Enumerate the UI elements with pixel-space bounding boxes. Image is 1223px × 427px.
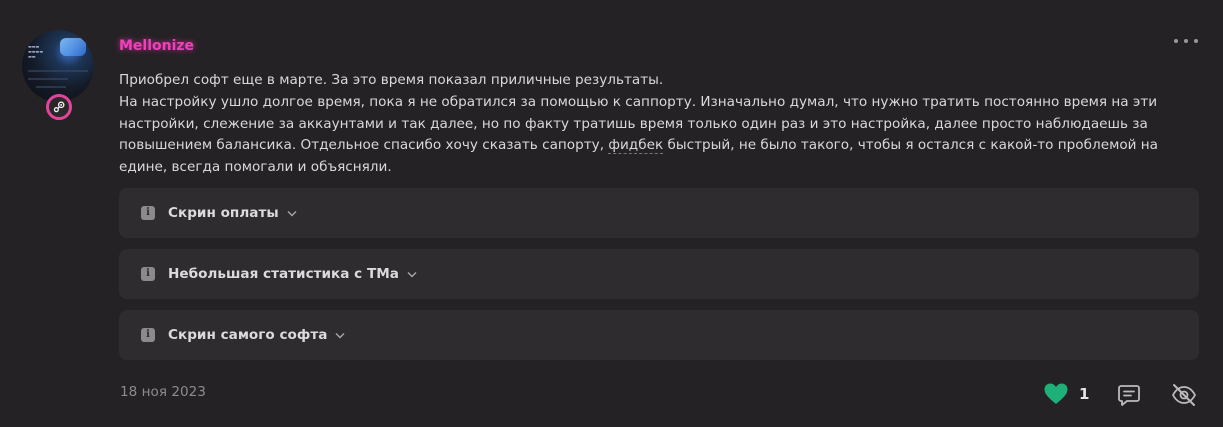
post-actions: 1	[0, 380, 1223, 410]
spoiler-tm-stats[interactable]: i Небольшая статистика с ТМа	[119, 249, 1199, 299]
like-count: 1	[1079, 385, 1090, 403]
info-icon: i	[141, 267, 155, 281]
spoiler-label: Небольшая статистика с ТМа	[168, 266, 399, 282]
post-body: Приобрел софт еще в марте. За это время …	[119, 70, 1179, 179]
comment-post: ▬▬▬ ▬▬▬▬ ▬▬ Mellonize Приобрел софт еще в …	[0, 0, 1223, 427]
spoiler-payment-screenshot[interactable]: i Скрин оплаты	[119, 188, 1199, 238]
more-dots-icon	[1184, 39, 1188, 43]
heart-icon	[1044, 383, 1068, 404]
like-button[interactable]: 1	[1043, 382, 1089, 406]
more-options-button[interactable]	[1174, 34, 1198, 48]
spoiler-software-screenshot[interactable]: i Скрин самого софта	[119, 310, 1199, 360]
avatar-artwork-line	[36, 86, 66, 88]
spoiler-label: Скрин оплаты	[168, 205, 279, 221]
info-icon: i	[141, 328, 155, 342]
avatar[interactable]: ▬▬▬ ▬▬▬▬ ▬▬	[22, 30, 94, 102]
reply-button[interactable]	[1116, 382, 1142, 408]
more-dots-icon	[1194, 39, 1198, 43]
chevron-down-icon	[287, 208, 297, 218]
info-icon: i	[141, 206, 155, 220]
post-body-line: Приобрел софт еще в марте. За это время …	[119, 72, 664, 88]
steam-badge[interactable]	[46, 94, 72, 120]
comment-icon	[1118, 385, 1140, 406]
post-body-paragraph: На настройку ушло долгое время, пока я н…	[119, 92, 1179, 179]
avatar-artwork-line	[28, 78, 68, 80]
username[interactable]: Mellonize	[119, 38, 194, 54]
more-dots-icon	[1174, 39, 1178, 43]
avatar-container[interactable]: ▬▬▬ ▬▬▬▬ ▬▬	[22, 30, 98, 120]
spoiler-label: Скрин самого софта	[168, 327, 328, 343]
chevron-down-icon	[335, 330, 345, 340]
avatar-artwork-line	[28, 70, 88, 72]
avatar-artwork-highlight	[60, 38, 86, 56]
avatar-artwork-text: ▬▬▬ ▬▬▬▬ ▬▬	[28, 44, 44, 59]
post-body-underlined-word: фидбек	[608, 137, 664, 155]
steam-icon	[53, 101, 65, 113]
eye-off-icon	[1172, 384, 1196, 406]
chevron-down-icon	[407, 269, 417, 279]
hide-button[interactable]	[1170, 382, 1198, 408]
